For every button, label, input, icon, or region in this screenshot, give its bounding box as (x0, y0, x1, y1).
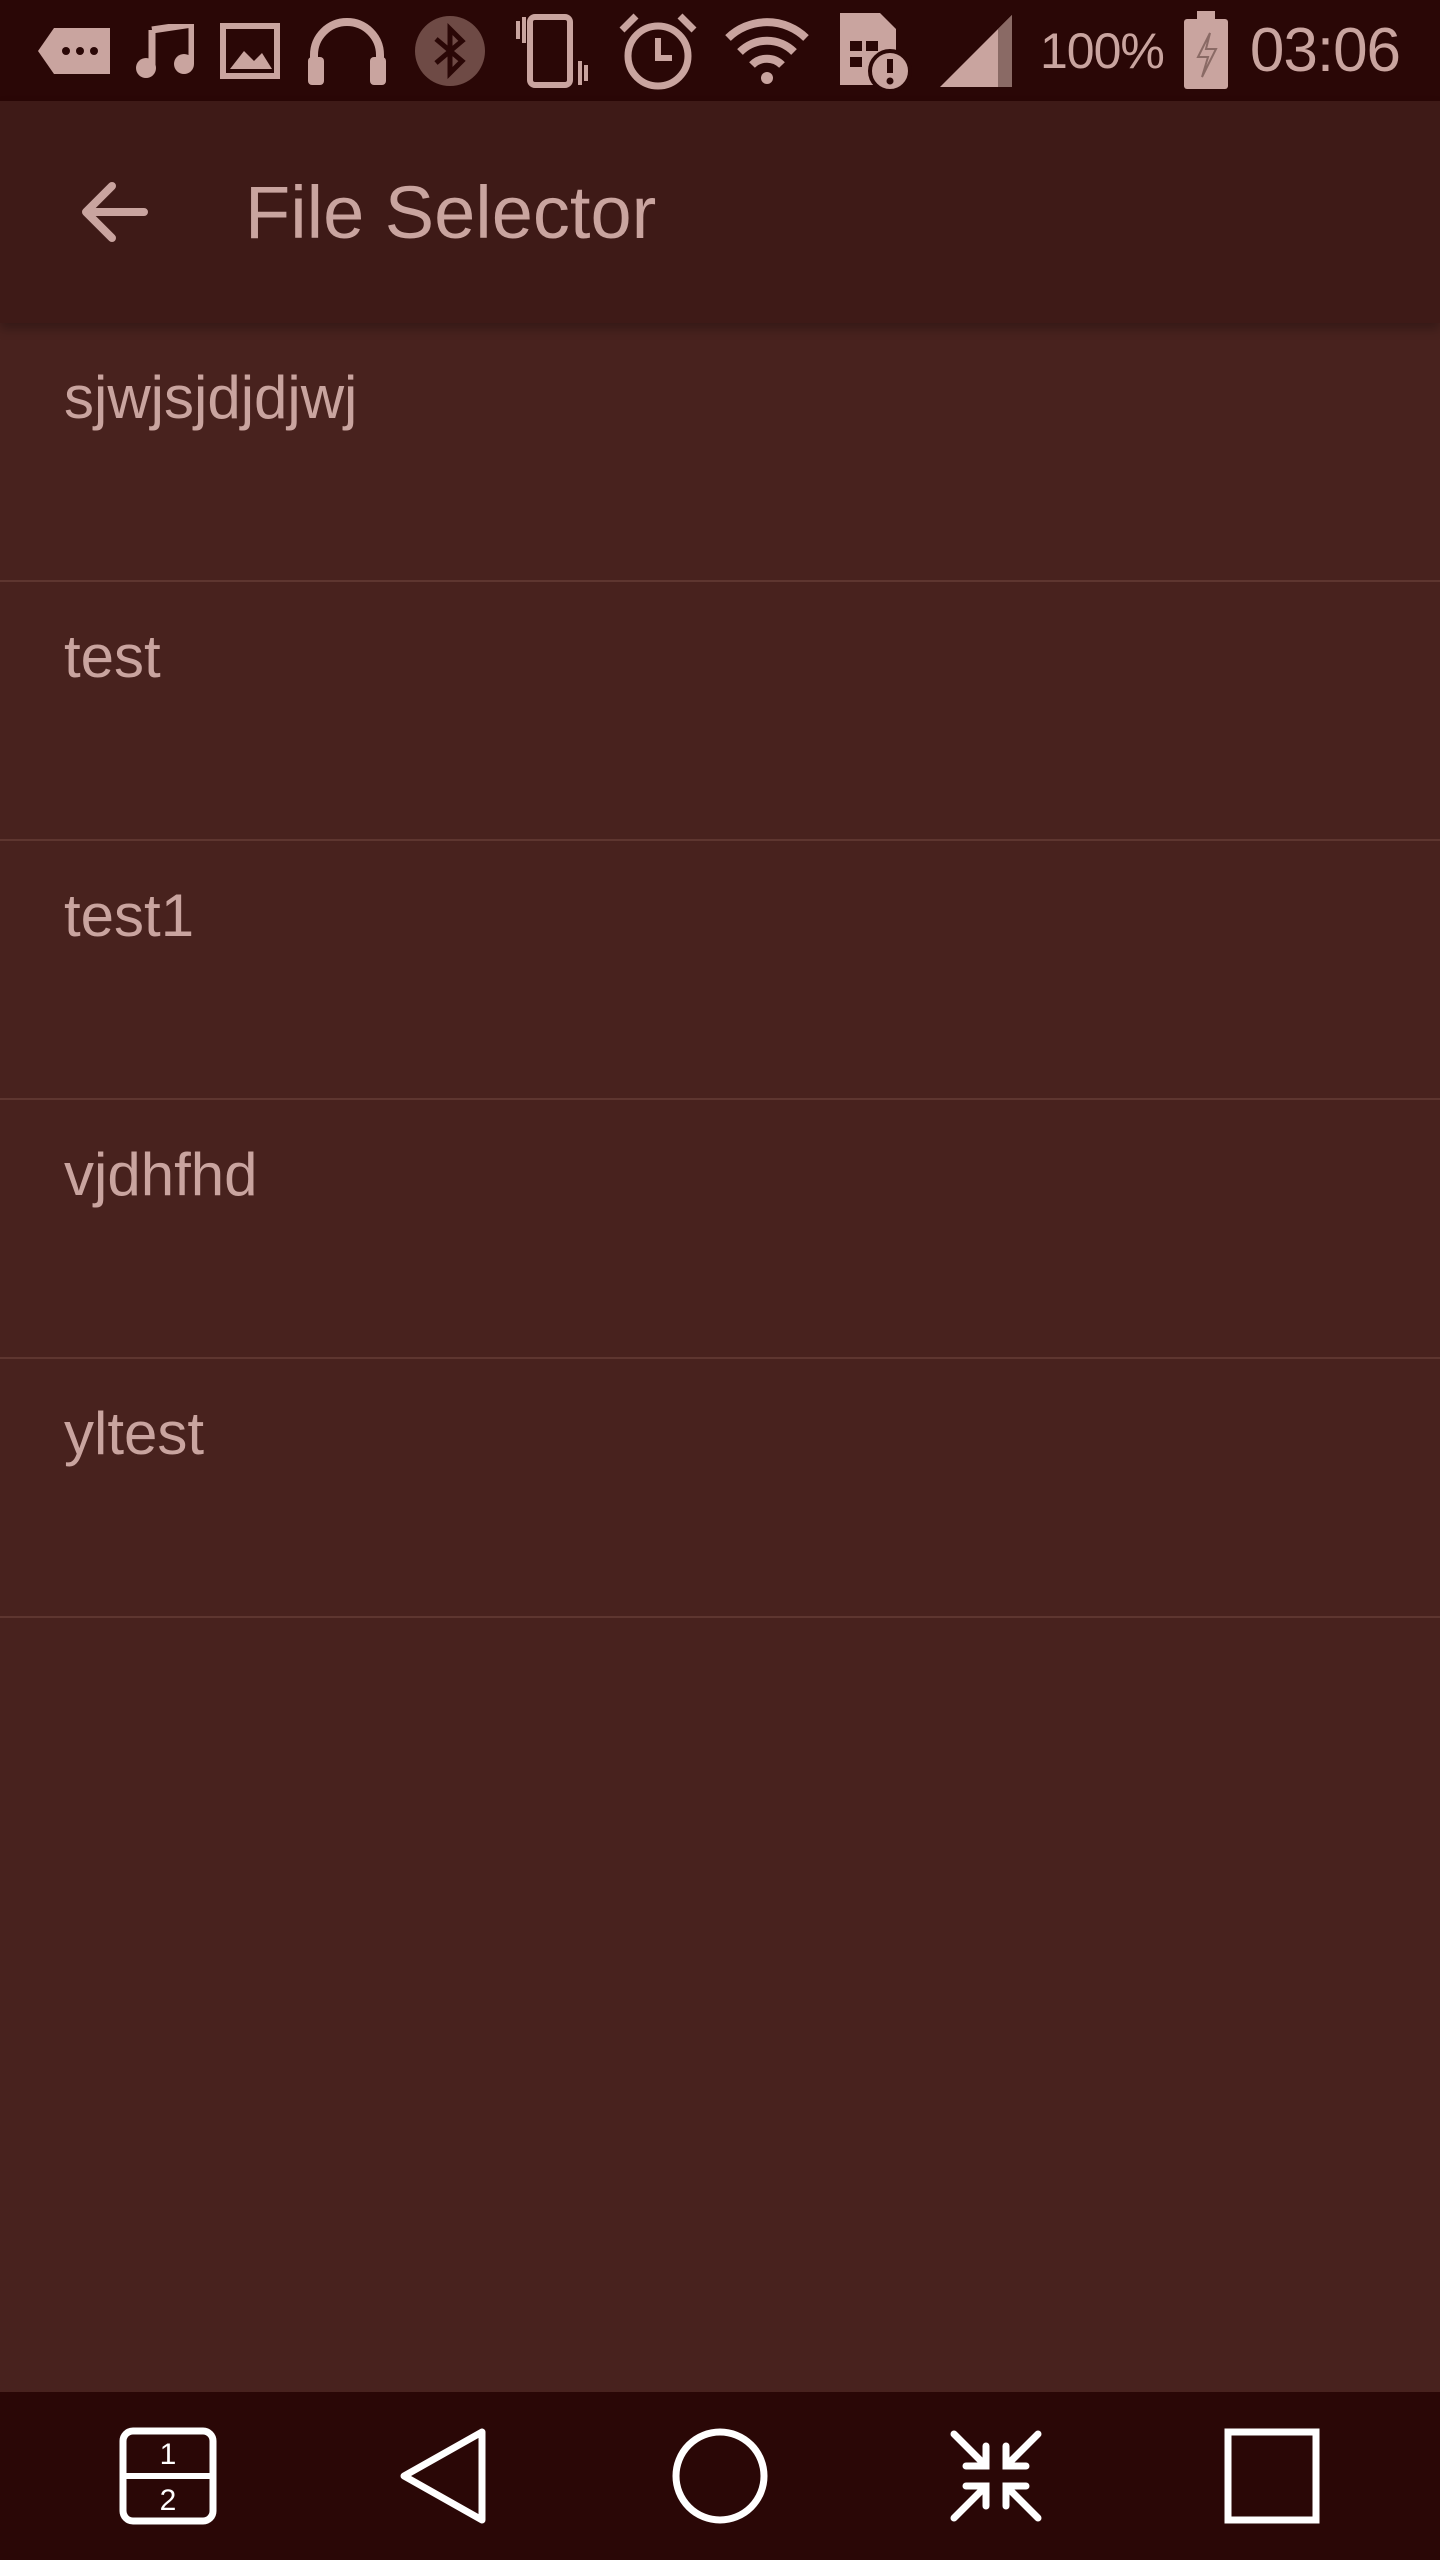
tag-icon (38, 11, 110, 91)
recents-square-icon (1224, 2428, 1320, 2524)
back-nav-button[interactable] (369, 2401, 519, 2551)
arrow-back-icon (82, 182, 148, 242)
battery-charging-icon (1182, 10, 1230, 91)
file-list: sjwjsjdjdjwj test test1 vjdhfhd yltest (0, 323, 1440, 1618)
battery-percent: 100% (1040, 22, 1165, 79)
image-icon (220, 11, 280, 91)
minimize-nav-button[interactable] (921, 2401, 1071, 2551)
minimize-arrows-icon (950, 2430, 1042, 2522)
signal-icon (938, 11, 1014, 91)
back-button[interactable] (58, 156, 170, 268)
split-screen-button[interactable]: 12 (93, 2401, 243, 2551)
app-bar: File Selector (0, 101, 1440, 323)
home-circle-icon (672, 2428, 768, 2524)
svg-text:2: 2 (160, 2484, 177, 2517)
recents-nav-button[interactable] (1197, 2401, 1347, 2551)
svg-text:1: 1 (160, 2438, 177, 2471)
file-item-test[interactable]: test (0, 582, 1440, 841)
file-item-yltest[interactable]: yltest (0, 1359, 1440, 1618)
music-icon (136, 11, 194, 91)
alarm-icon (618, 11, 698, 91)
file-item-vjdhfhd[interactable]: vjdhfhd (0, 1100, 1440, 1359)
wifi-icon (724, 11, 810, 91)
vibrate-icon (512, 11, 592, 91)
status-time: 03:06 (1249, 16, 1401, 85)
home-nav-button[interactable] (645, 2401, 795, 2551)
sim-alert-icon (836, 11, 912, 93)
bluetooth-icon (414, 11, 486, 91)
navigation-bar: 12 (0, 2392, 1440, 2560)
file-item-test1[interactable]: test1 (0, 841, 1440, 1100)
file-item-sjwjsjdjdjwj[interactable]: sjwjsjdjdjwj (0, 323, 1440, 582)
page-title: File Selector (245, 170, 657, 254)
headphones-icon (306, 11, 388, 91)
split-screen-icon: 12 (119, 2427, 217, 2525)
back-triangle-icon (400, 2428, 486, 2524)
status-bar: 100% 03:06 (0, 0, 1440, 101)
